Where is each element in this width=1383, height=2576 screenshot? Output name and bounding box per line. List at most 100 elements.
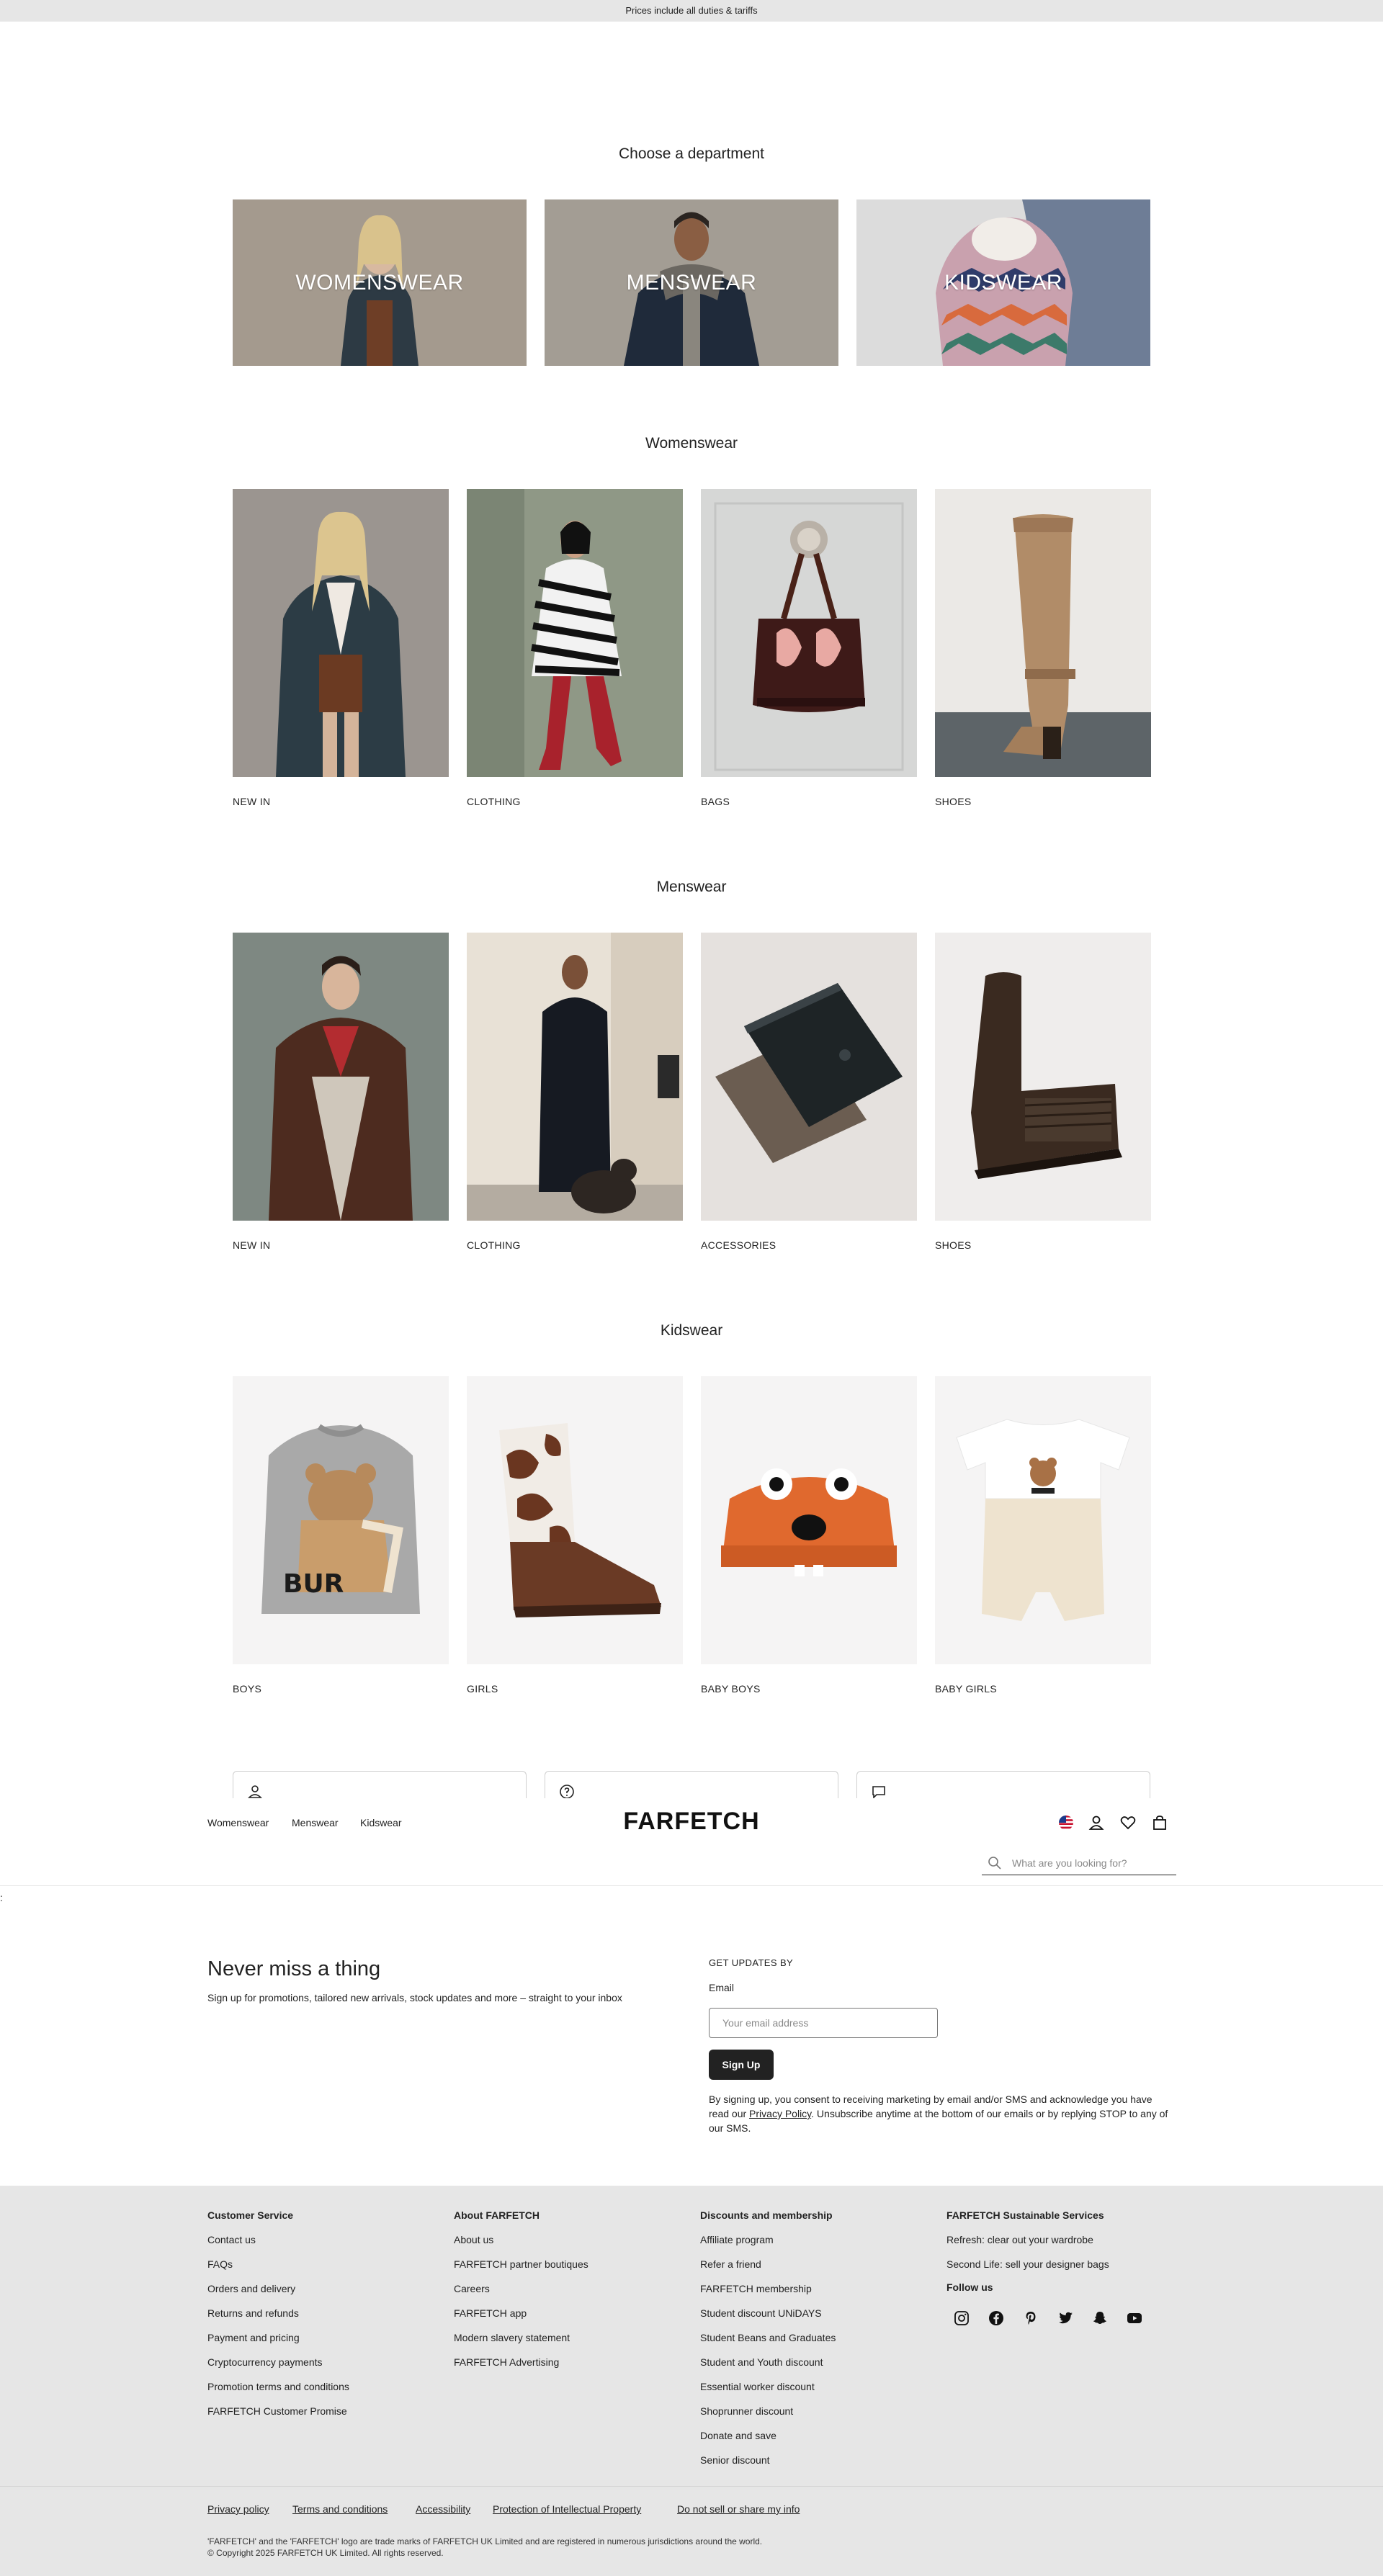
- footer-link[interactable]: Refresh: clear out your wardrobe: [946, 2227, 1109, 2252]
- kidswear-grid: BUR BOYS GIRLS BABY BOYS BABY GIRLS: [233, 1376, 1151, 1707]
- kids-boys-image: BUR: [233, 1376, 449, 1664]
- kids-boys-label: BOYS: [233, 1683, 262, 1695]
- footer-link[interactable]: FARFETCH Customer Promise: [207, 2399, 349, 2423]
- footer-link[interactable]: Cryptocurrency payments: [207, 2350, 349, 2374]
- updates-label: GET UPDATES BY: [709, 1957, 794, 1968]
- newsletter-legal: By signing up, you consent to receiving …: [709, 2092, 1170, 2135]
- pinterest-icon[interactable]: [1022, 2310, 1039, 2327]
- search-input[interactable]: [1012, 1854, 1171, 1872]
- men-shoes-card[interactable]: SHOES: [935, 933, 1151, 1251]
- men-accessories-card[interactable]: ACCESSORIES: [701, 933, 917, 1251]
- privacy-policy-footer-link[interactable]: Privacy policy: [207, 2503, 269, 2515]
- women-new-in-card[interactable]: NEW IN: [233, 489, 449, 807]
- dept-tile-womenswear[interactable]: WOMENSWEAR: [233, 199, 527, 366]
- kids-girls-label: GIRLS: [467, 1683, 498, 1695]
- women-bags-label: BAGS: [701, 796, 730, 807]
- search-bar[interactable]: [982, 1851, 1176, 1875]
- footer-col-discounts: Discounts and membership Affiliate progr…: [700, 2203, 836, 2472]
- women-clothing-card[interactable]: CLOTHING: [467, 489, 683, 807]
- kids-boys-card[interactable]: BUR BOYS: [233, 1376, 449, 1695]
- men-clothing-card[interactable]: CLOTHING: [467, 933, 683, 1251]
- svg-text:BUR: BUR: [283, 1569, 344, 1599]
- footer-link[interactable]: Affiliate program: [700, 2227, 836, 2252]
- footer-col-title: About FARFETCH: [454, 2209, 540, 2221]
- womenswear-title: Womenswear: [645, 435, 738, 452]
- newsletter-subtitle: Sign up for promotions, tailored new arr…: [207, 1992, 622, 2003]
- account-icon[interactable]: [1088, 1814, 1105, 1831]
- shopping-bag-icon[interactable]: [1151, 1814, 1168, 1831]
- footer-link[interactable]: Second Life: sell your designer bags: [946, 2252, 1109, 2276]
- footer-link[interactable]: Careers: [454, 2276, 588, 2301]
- women-new-in-image: [233, 489, 449, 777]
- footer-col-sustainable: FARFETCH Sustainable Services Refresh: c…: [946, 2203, 1109, 2276]
- footer-link[interactable]: Contact us: [207, 2227, 349, 2252]
- instagram-icon[interactable]: [953, 2310, 970, 2327]
- women-clothing-label: CLOTHING: [467, 796, 521, 807]
- privacy-policy-link[interactable]: Privacy Policy: [749, 2108, 811, 2119]
- footer-link[interactable]: Student Beans and Graduates: [700, 2325, 836, 2350]
- women-new-in-label: NEW IN: [233, 796, 271, 807]
- footer-link[interactable]: Donate and save: [700, 2423, 836, 2448]
- help-card-account[interactable]: [233, 1771, 527, 1800]
- help-card-chat[interactable]: [856, 1771, 1150, 1800]
- do-not-sell-link[interactable]: Do not sell or share my info: [677, 2503, 800, 2515]
- footer-link[interactable]: About us: [454, 2227, 588, 2252]
- footer-link[interactable]: FARFETCH membership: [700, 2276, 836, 2301]
- footer-link[interactable]: Student and Youth discount: [700, 2350, 836, 2374]
- footer-link[interactable]: FARFETCH app: [454, 2301, 588, 2325]
- follow-us-title: Follow us: [946, 2281, 993, 2293]
- footer-link[interactable]: Shoprunner discount: [700, 2399, 836, 2423]
- farfetch-logo[interactable]: FARFETCH: [0, 1808, 1383, 1836]
- ip-protection-link[interactable]: Protection of Intellectual Property: [493, 2503, 641, 2515]
- accessibility-link[interactable]: Accessibility: [416, 2503, 470, 2515]
- kids-baby-girls-card[interactable]: BABY GIRLS: [935, 1376, 1151, 1695]
- men-accessories-image: [701, 933, 917, 1221]
- footer-link[interactable]: FARFETCH partner boutiques: [454, 2252, 588, 2276]
- terms-link[interactable]: Terms and conditions: [292, 2503, 388, 2515]
- footer-divider: [0, 2486, 1383, 2487]
- footer-link[interactable]: Essential worker discount: [700, 2374, 836, 2399]
- site-header: Womenswear Menswear Kidswear FARFETCH: [0, 1798, 1383, 1886]
- footer-link[interactable]: FAQs: [207, 2252, 349, 2276]
- kids-girls-card[interactable]: GIRLS: [467, 1376, 683, 1695]
- help-card-faq[interactable]: [545, 1771, 838, 1800]
- footer-link[interactable]: Refer a friend: [700, 2252, 836, 2276]
- women-shoes-image: [935, 489, 1151, 777]
- duties-banner: Prices include all duties & tariffs: [0, 0, 1383, 22]
- kids-baby-girls-image: [935, 1376, 1151, 1664]
- dept-label-menswear: MENSWEAR: [626, 270, 757, 295]
- women-shoes-card[interactable]: SHOES: [935, 489, 1151, 807]
- footer-link[interactable]: FARFETCH Advertising: [454, 2350, 588, 2374]
- footer-link[interactable]: Payment and pricing: [207, 2325, 349, 2350]
- men-clothing-image: [467, 933, 683, 1221]
- men-new-in-image: [233, 933, 449, 1221]
- dept-tile-kidswear[interactable]: KIDSWEAR: [856, 199, 1150, 366]
- footer-link[interactable]: Promotion terms and conditions: [207, 2374, 349, 2399]
- women-shoes-label: SHOES: [935, 796, 972, 807]
- youtube-icon[interactable]: [1126, 2310, 1143, 2327]
- footer-link[interactable]: Returns and refunds: [207, 2301, 349, 2325]
- email-label: Email: [709, 1982, 735, 1993]
- women-bags-card[interactable]: BAGS: [701, 489, 917, 807]
- dept-tile-menswear[interactable]: MENSWEAR: [545, 199, 838, 366]
- women-clothing-image: [467, 489, 683, 777]
- footer-link[interactable]: Student discount UNiDAYS: [700, 2301, 836, 2325]
- twitter-icon[interactable]: [1057, 2310, 1074, 2327]
- footer-col-title: FARFETCH Sustainable Services: [946, 2209, 1104, 2221]
- kids-baby-boys-card[interactable]: BABY BOYS: [701, 1376, 917, 1695]
- women-bags-image: [701, 489, 917, 777]
- footer-link[interactable]: Senior discount: [700, 2448, 836, 2472]
- men-new-in-card[interactable]: NEW IN: [233, 933, 449, 1251]
- help-cards-row: [233, 1771, 1150, 1800]
- footer-link[interactable]: Modern slavery statement: [454, 2325, 588, 2350]
- us-flag-icon[interactable]: [1057, 1814, 1075, 1831]
- snapchat-icon[interactable]: [1091, 2310, 1109, 2327]
- facebook-icon[interactable]: [988, 2310, 1005, 2327]
- department-tiles: WOMENSWEAR MENSWEAR KIDSWEAR: [233, 199, 1150, 366]
- footer-col-about: About FARFETCH About us FARFETCH partner…: [454, 2203, 588, 2374]
- departments-title: Choose a department: [619, 145, 764, 162]
- sign-up-button[interactable]: Sign Up: [709, 2050, 774, 2080]
- footer-link[interactable]: Orders and delivery: [207, 2276, 349, 2301]
- wishlist-heart-icon[interactable]: [1119, 1814, 1137, 1831]
- email-field[interactable]: [709, 2008, 938, 2038]
